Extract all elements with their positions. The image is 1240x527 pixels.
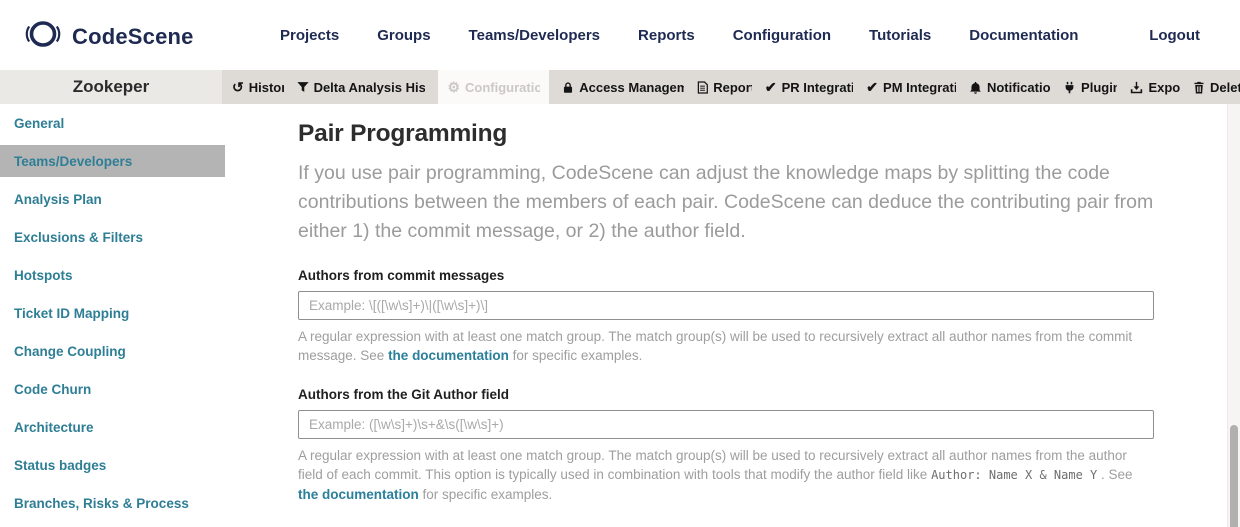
help-text: . See	[1097, 467, 1132, 482]
tab-notifications[interactable]: Notifications	[969, 70, 1050, 104]
documentation-link[interactable]: the documentation	[298, 487, 419, 502]
sidebar-item-teams-developers[interactable]: Teams/Developers	[0, 145, 225, 177]
gears-icon: ⚙	[447, 80, 460, 94]
sidebar-item-label: Ticket ID Mapping	[14, 306, 129, 321]
help-text: for specific examples.	[419, 487, 553, 502]
sidebar-item-label: Teams/Developers	[14, 154, 132, 169]
sidebar-item-code-churn[interactable]: Code Churn	[0, 370, 225, 408]
tab-label: Plugins	[1081, 80, 1117, 95]
tab-delta-analysis-history[interactable]: Delta Analysis History	[297, 70, 426, 104]
tab-label: History	[249, 80, 284, 95]
sidebar-item-status-badges[interactable]: Status badges	[0, 446, 225, 484]
sidebar-item-ticket-id-mapping[interactable]: Ticket ID Mapping	[0, 294, 225, 332]
project-tabs: ↺ History Delta Analysis History ⚙ Configura…	[222, 70, 1240, 104]
logout-link[interactable]: Logout	[1149, 0, 1200, 70]
tab-plugins[interactable]: Plugins	[1063, 70, 1117, 104]
tab-label: Notifications	[987, 80, 1050, 95]
project-bar: Zookeper ↺ History Delta Analysis History ⚙…	[0, 70, 1240, 104]
sidebar-item-label: Hotspots	[14, 268, 73, 283]
tab-access-management[interactable]: Access Management	[562, 70, 684, 104]
brand-name: CodeScene	[72, 24, 194, 50]
tab-pr-integration[interactable]: ✔ PR Integration	[765, 70, 853, 104]
sidebar-item-analysis-plan[interactable]: Analysis Plan	[0, 180, 225, 218]
sidebar-item-branches-risks-process[interactable]: Branches, Risks & Process	[0, 484, 225, 522]
config-sidebar: General Teams/Developers Analysis Plan Excl…	[0, 104, 225, 522]
commit-authors-label: Authors from commit messages	[298, 268, 1154, 283]
filter-icon	[297, 81, 309, 93]
sidebar-item-architecture[interactable]: Architecture	[0, 408, 225, 446]
sidebar-item-label: General	[14, 116, 64, 131]
page-title: Pair Programming	[298, 120, 1154, 148]
tab-label: Delete	[1210, 80, 1240, 95]
tab-history[interactable]: ↺ History	[232, 70, 284, 104]
vertical-scrollbar-track[interactable]	[1227, 104, 1240, 527]
check-icon: ✔	[765, 80, 777, 94]
codescene-app: CodeScene Projects Groups Teams/Developers…	[0, 0, 1240, 527]
codescene-brand[interactable]: CodeScene	[22, 16, 194, 57]
sidebar-item-exclusions-filters[interactable]: Exclusions & Filters	[0, 218, 225, 256]
trash-icon	[1193, 81, 1205, 94]
nav-item-groups[interactable]: Groups	[377, 27, 430, 44]
nav-item-teams-developers[interactable]: Teams/Developers	[469, 27, 600, 44]
help-text: for specific examples.	[509, 348, 643, 363]
vertical-scrollbar-thumb[interactable]	[1230, 425, 1238, 527]
sidebar-item-label: Exclusions & Filters	[14, 230, 143, 245]
commit-authors-help: A regular expression with at least one m…	[298, 327, 1154, 365]
tab-label: Delta Analysis History	[314, 80, 426, 95]
tab-export[interactable]: Export	[1130, 70, 1180, 104]
top-nav: Projects Groups Teams/Developers Reports Con…	[280, 0, 1078, 70]
git-author-input[interactable]	[298, 410, 1154, 439]
tab-delete[interactable]: Delete	[1193, 70, 1240, 104]
sidebar-item-label: Analysis Plan	[14, 192, 102, 207]
lead-paragraph: If you use pair programming, CodeScene c…	[298, 159, 1154, 246]
documentation-link[interactable]: the documentation	[388, 348, 509, 363]
main-content: Pair Programming If you use pair program…	[298, 104, 1154, 527]
history-icon: ↺	[232, 80, 244, 94]
lock-icon	[562, 81, 574, 94]
author-code-sample: Author: Name X & Name Y	[931, 468, 1097, 482]
tab-label: PR Integration	[782, 80, 854, 95]
nav-item-tutorials[interactable]: Tutorials	[869, 27, 931, 44]
codescene-logo-icon	[22, 16, 64, 57]
document-icon	[697, 81, 708, 94]
project-name: Zookeper	[0, 70, 222, 104]
sidebar-item-label: Change Coupling	[14, 344, 126, 359]
tab-label: Export	[1148, 80, 1180, 95]
git-author-help: A regular expression with at least one m…	[298, 446, 1154, 504]
tab-reports[interactable]: Reports	[697, 70, 752, 104]
sidebar-item-change-coupling[interactable]: Change Coupling	[0, 332, 225, 370]
tab-label: PM Integration	[883, 80, 956, 95]
tab-label: Access Management	[579, 80, 684, 95]
nav-item-configuration[interactable]: Configuration	[733, 27, 831, 44]
check-icon: ✔	[866, 80, 878, 94]
top-navbar: CodeScene Projects Groups Teams/Developers…	[0, 0, 1240, 70]
tab-label: Reports	[713, 80, 752, 95]
sidebar-item-label: Architecture	[14, 420, 94, 435]
sidebar-item-label: Code Churn	[14, 382, 91, 397]
commit-authors-input[interactable]	[298, 291, 1154, 320]
plug-icon	[1063, 81, 1076, 94]
sidebar-item-general[interactable]: General	[0, 104, 225, 142]
sidebar-item-label: Branches, Risks & Process	[14, 496, 189, 511]
bell-icon	[969, 81, 982, 94]
nav-item-projects[interactable]: Projects	[280, 27, 339, 44]
nav-item-documentation[interactable]: Documentation	[969, 27, 1078, 44]
nav-item-reports[interactable]: Reports	[638, 27, 695, 44]
tab-configuration[interactable]: ⚙ Configuration	[438, 70, 549, 104]
sidebar-item-hotspots[interactable]: Hotspots	[0, 256, 225, 294]
sidebar-item-label: Status badges	[14, 458, 106, 473]
download-icon	[1130, 81, 1143, 94]
git-author-label: Authors from the Git Author field	[298, 387, 1154, 402]
tab-pm-integration[interactable]: ✔ PM Integration	[866, 70, 956, 104]
tab-label: Configuration	[465, 80, 540, 95]
